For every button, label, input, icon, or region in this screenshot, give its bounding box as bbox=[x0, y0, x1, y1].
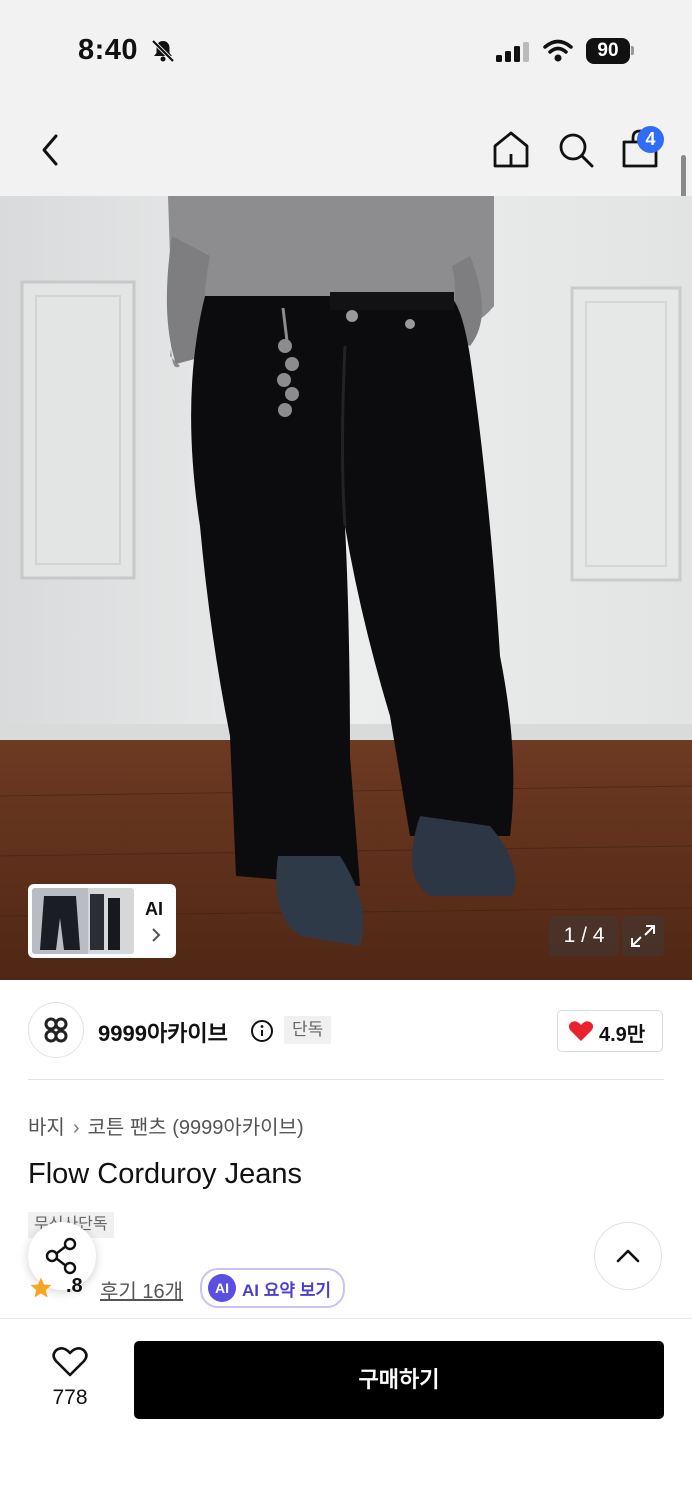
star-icon bbox=[30, 1277, 52, 1298]
ai-summary-button[interactable]: AI AI 요약 보기 bbox=[200, 1268, 346, 1308]
expand-icon bbox=[631, 925, 655, 947]
brand-logo-icon bbox=[44, 1017, 68, 1043]
cart-count-badge: 4 bbox=[637, 126, 664, 153]
image-counter: 1 / 4 bbox=[549, 916, 619, 956]
ai-summary-label: AI 요약 보기 bbox=[242, 1280, 332, 1300]
bell-slash-icon bbox=[151, 39, 175, 63]
thumbnail-photo bbox=[32, 888, 134, 954]
ai-thumbnail-image[interactable] bbox=[32, 888, 134, 954]
breadcrumb-subcategory[interactable]: 코튼 팬츠 (9999아카이브) bbox=[87, 1111, 303, 1140]
status-time: 8:40 bbox=[78, 34, 139, 66]
back-chevron-icon[interactable] bbox=[34, 130, 68, 170]
buy-button[interactable]: 구매하기 bbox=[134, 1341, 664, 1419]
brand-logo[interactable] bbox=[28, 1002, 84, 1058]
heart-filled-icon bbox=[568, 1021, 594, 1041]
expand-image-button[interactable] bbox=[622, 916, 664, 956]
breadcrumb-category[interactable]: 바지 bbox=[28, 1111, 65, 1140]
battery-icon: 90 bbox=[586, 38, 630, 64]
exclusive-badge: 단독 bbox=[284, 1016, 332, 1044]
info-icon[interactable] bbox=[250, 1019, 274, 1043]
breadcrumb: 바지 › 코튼 팬츠 (9999아카이브) bbox=[28, 1111, 304, 1140]
product-title: Flow Corduroy Jeans bbox=[28, 1158, 302, 1190]
wishlist-count: 778 bbox=[52, 1386, 88, 1409]
brand-name[interactable]: 9999아카이브 bbox=[98, 1016, 228, 1048]
product-image[interactable] bbox=[0, 196, 692, 980]
product-photo bbox=[0, 196, 692, 980]
heart-outline-icon[interactable] bbox=[52, 1346, 88, 1378]
ai-badge: AI bbox=[208, 1274, 236, 1302]
chevron-right-icon bbox=[152, 928, 161, 942]
scroll-to-top-button[interactable] bbox=[594, 1222, 662, 1290]
thumbnail-ai-label: AI bbox=[145, 899, 163, 919]
chevron-right-icon: › bbox=[72, 1117, 80, 1139]
rating-value: .8 bbox=[66, 1275, 83, 1297]
home-icon[interactable] bbox=[490, 128, 532, 170]
cellular-signal-icon bbox=[496, 42, 529, 62]
reviews-link[interactable]: 후기 16개 bbox=[100, 1275, 183, 1304]
wifi-icon bbox=[543, 39, 573, 62]
chevron-up-icon bbox=[616, 1249, 640, 1263]
search-icon[interactable] bbox=[556, 130, 596, 170]
battery-nub bbox=[631, 46, 634, 55]
divider bbox=[28, 1079, 664, 1080]
brand-like-count: 4.9만 bbox=[599, 1024, 646, 1046]
